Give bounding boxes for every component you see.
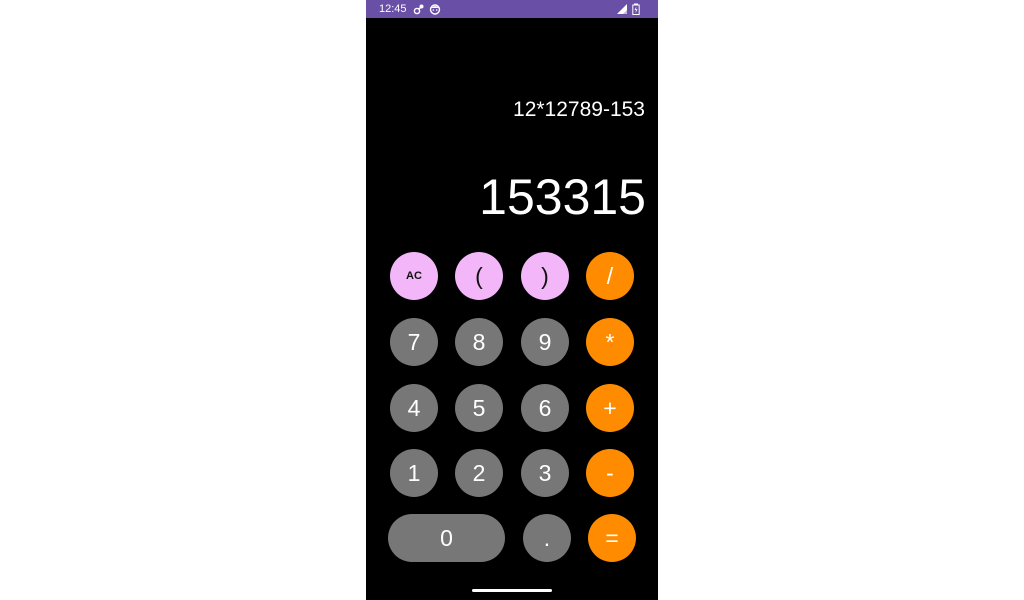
status-time: 12:45 xyxy=(379,3,407,15)
digit-1-button[interactable]: 1 xyxy=(390,449,438,497)
digit-8-button[interactable]: 8 xyxy=(455,318,503,366)
digit-7-button[interactable]: 7 xyxy=(390,318,438,366)
battery-icon xyxy=(632,3,640,15)
digit-3-button[interactable]: 3 xyxy=(521,449,569,497)
face-icon xyxy=(429,4,441,15)
open-paren-button[interactable]: ( xyxy=(455,252,503,300)
divide-button[interactable]: / xyxy=(586,252,634,300)
decimal-point-button[interactable]: . xyxy=(523,514,571,562)
plus-button[interactable]: + xyxy=(586,384,634,432)
digit-0-button[interactable]: 0 xyxy=(388,514,505,562)
digit-5-button[interactable]: 5 xyxy=(455,384,503,432)
expression-display: 12*12789-153 xyxy=(513,98,645,121)
result-display: 153315 xyxy=(479,169,646,225)
digit-6-button[interactable]: 6 xyxy=(521,384,569,432)
multiply-button[interactable]: * xyxy=(586,318,634,366)
home-indicator[interactable] xyxy=(472,589,552,592)
equals-button[interactable]: = xyxy=(588,514,636,562)
digit-9-button[interactable]: 9 xyxy=(521,318,569,366)
minus-button[interactable]: - xyxy=(586,449,634,497)
clear-button[interactable]: AC xyxy=(390,252,438,300)
signal-icon xyxy=(617,4,627,14)
settings-icon xyxy=(413,4,424,15)
digit-4-button[interactable]: 4 xyxy=(390,384,438,432)
calculator-app: 12:45 12*12789-153 153315 AC ( ) / 7 8 9 xyxy=(366,0,658,600)
digit-2-button[interactable]: 2 xyxy=(455,449,503,497)
status-bar: 12:45 xyxy=(366,0,658,18)
close-paren-button[interactable]: ) xyxy=(521,252,569,300)
